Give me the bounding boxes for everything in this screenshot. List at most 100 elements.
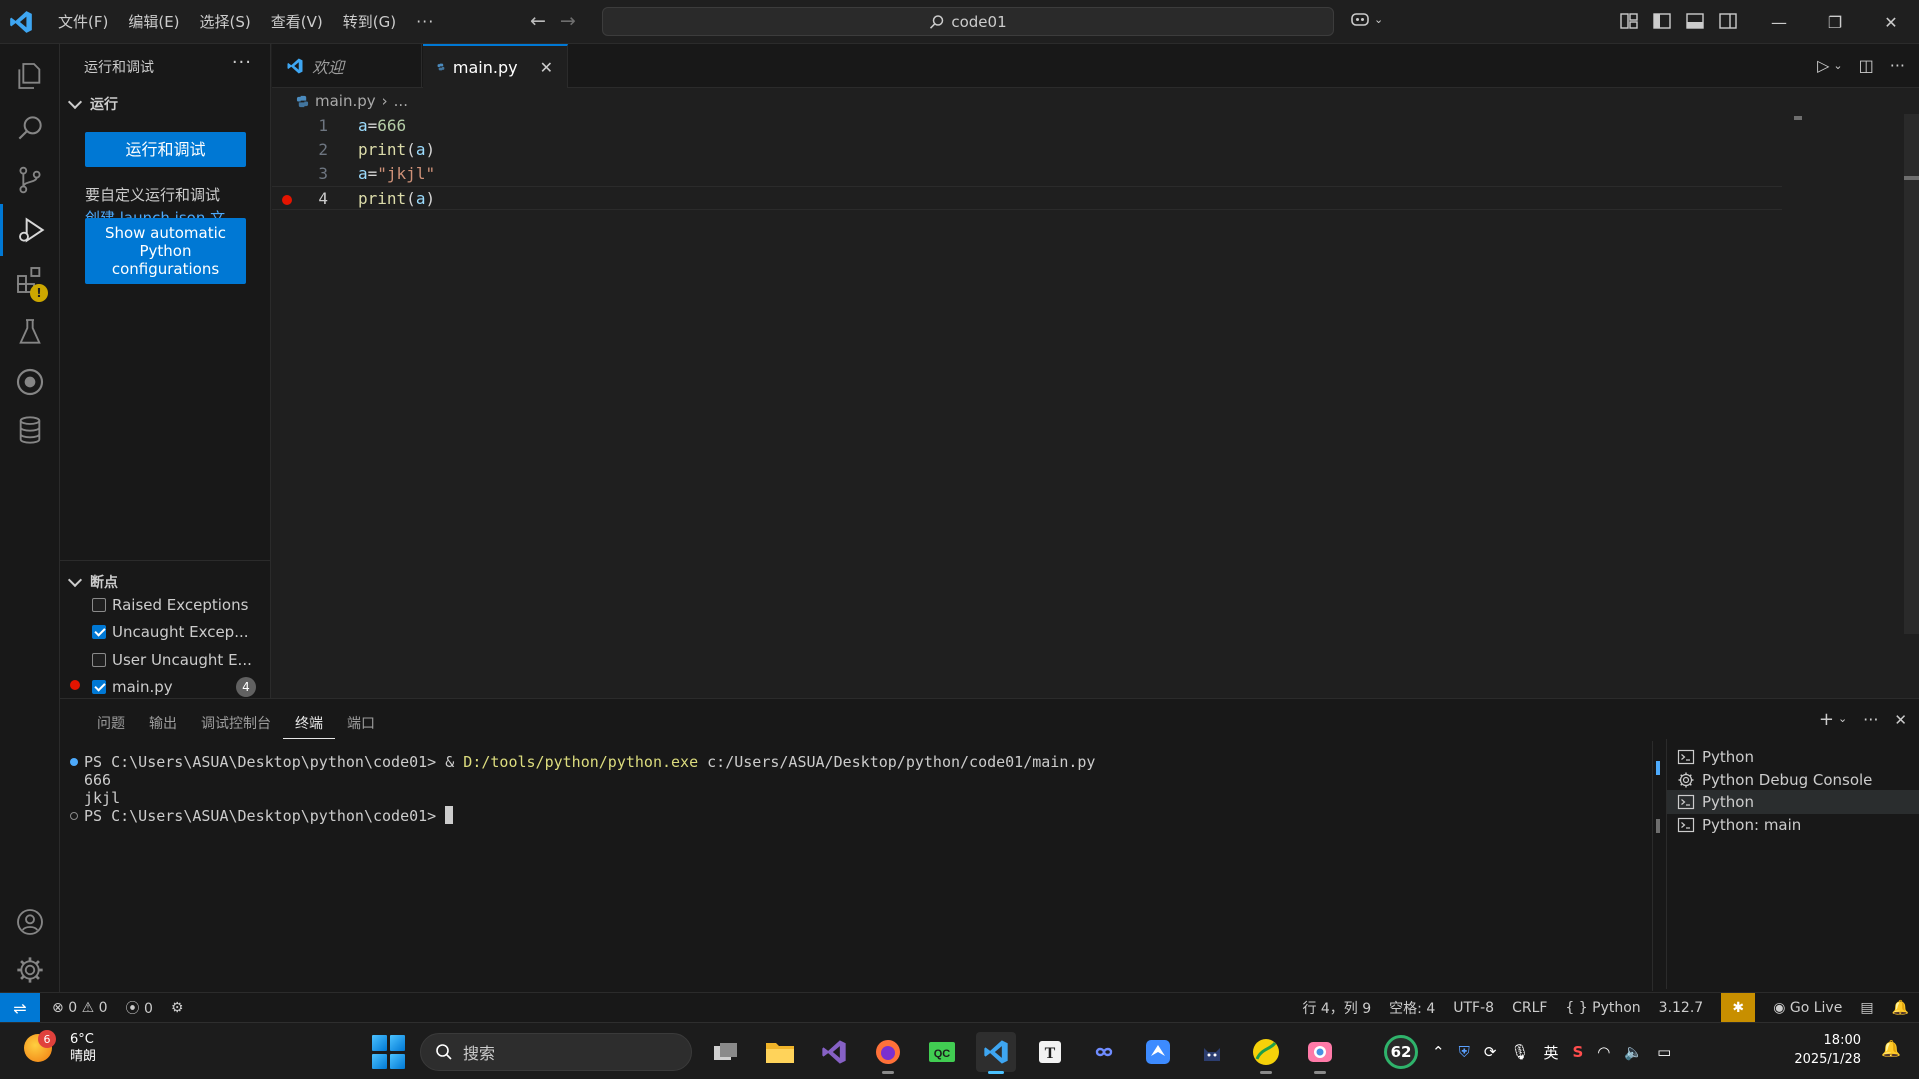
tab-ports[interactable]: 端口 [335,713,387,739]
breakpoint-raised-exceptions[interactable]: Raised Exceptions [92,592,267,618]
toggle-primary-sidebar-icon[interactable] [1652,11,1674,33]
language-mode[interactable]: { } Python [1565,1000,1640,1016]
menu-file[interactable]: 文件(F) [48,0,118,44]
close-panel-icon[interactable]: ✕ [1894,711,1907,729]
problems-status[interactable]: ⊗ 0 ⚠ 0 [52,1000,108,1016]
code-editor[interactable]: 1 a=666 2 print(a) 3 a="jkjl" 4 print(a) [272,114,1902,698]
extensions-icon[interactable]: ! [0,254,60,306]
microphone-icon[interactable]: 🎙 [1510,1043,1529,1061]
breakpoint-user-uncaught[interactable]: User Uncaught E... [92,647,267,673]
back-arrow-icon[interactable]: ← [530,10,546,32]
command-pending-dot-icon[interactable] [70,812,78,820]
customize-layout-icon[interactable] [1619,11,1641,33]
toggle-panel-icon[interactable] [1685,11,1707,33]
breakpoint-uncaught-exceptions[interactable]: Uncaught Excep... [92,619,267,645]
breakpoints-section-header[interactable]: 断点 [66,572,118,592]
checkbox-checked[interactable] [92,680,106,694]
security-shield-icon[interactable]: ⛨ [1459,1043,1470,1061]
breadcrumb-symbol[interactable]: ... [394,92,408,110]
python-env-warning-icon[interactable]: ✱ [1721,993,1756,1023]
search-view-icon[interactable] [0,102,60,154]
checkbox-checked[interactable] [92,625,106,639]
command-success-dot-icon[interactable] [70,758,78,766]
chevron-down-icon[interactable]: ⌄ [1833,59,1842,75]
checkbox[interactable] [92,653,106,667]
run-and-debug-button[interactable]: 运行和调试 [85,132,246,167]
debug-status-icon[interactable]: ⚙ [171,1000,184,1016]
terminal-item[interactable]: Python [1667,745,1919,769]
remote-indicator-icon[interactable]: ⇌ [0,993,40,1023]
infinity-app-icon[interactable] [1084,1032,1124,1072]
copilot-button[interactable]: ⌄ [1350,10,1383,28]
breadcrumb-file[interactable]: main.py [315,92,376,110]
end-of-line[interactable]: CRLF [1512,1000,1547,1016]
menu-more-icon[interactable]: ··· [406,0,444,44]
tab-main-py[interactable]: main.py ✕ [423,44,568,88]
github-icon[interactable] [0,356,60,408]
source-control-icon[interactable] [0,154,60,206]
testing-icon[interactable] [0,306,60,358]
notifications-bell-icon[interactable]: 🔔 [1892,1000,1909,1016]
task-view-icon[interactable] [706,1032,746,1072]
checkbox[interactable] [92,598,106,612]
terminal-item-selected[interactable]: Python [1667,790,1919,814]
weather-widget[interactable]: 6 6°C 晴朗 [24,1030,96,1065]
minimize-icon[interactable]: — [1751,0,1807,44]
typora-icon[interactable]: T [1030,1032,1070,1072]
editor-scrollbar[interactable] [1904,114,1919,634]
encoding[interactable]: UTF-8 [1453,1000,1494,1016]
sogou-icon[interactable]: S [1572,1043,1583,1061]
volume-icon[interactable]: 🔈 [1624,1043,1643,1061]
more-actions-icon[interactable]: ··· [1863,710,1878,729]
explorer-icon[interactable] [0,50,60,102]
database-icon[interactable] [0,404,60,456]
chevron-up-icon[interactable]: ⌃ [1432,1043,1445,1061]
command-center[interactable]: code01 [602,7,1334,36]
tab-terminal[interactable]: 终端 [283,713,335,739]
ball-app-icon[interactable] [1246,1032,1286,1074]
ports-status[interactable]: ⦿ 0 [126,998,153,1018]
terminal-scrollbar[interactable] [1652,741,1653,991]
split-editor-icon[interactable]: ◫ [1859,56,1874,75]
restore-icon[interactable]: ❐ [1807,0,1863,44]
taskbar-search[interactable]: 搜索 [420,1033,692,1071]
menu-edit[interactable]: 编辑(E) [118,0,189,44]
vscode-taskbar-icon[interactable] [976,1032,1016,1074]
menu-selection[interactable]: 选择(S) [190,0,261,44]
forward-arrow-icon[interactable]: → [560,10,576,32]
file-info-icon[interactable]: ▤ [1860,1000,1873,1016]
run-section-header[interactable]: 运行 [66,94,118,114]
terminal-item[interactable]: Python: main [1667,813,1919,837]
windows-start-icon[interactable] [372,1035,406,1069]
run-file-icon[interactable]: ▷ [1817,56,1829,75]
clock[interactable]: 18:00 2025/1/28 [1794,1031,1861,1069]
close-window-icon[interactable]: ✕ [1863,0,1919,44]
menu-go[interactable]: 转到(G) [333,0,406,44]
go-live-button[interactable]: ◉ Go Live [1773,1000,1842,1016]
toggle-secondary-sidebar-icon[interactable] [1718,11,1740,33]
more-actions-icon[interactable]: ··· [1890,56,1905,75]
feishu-icon[interactable] [1138,1032,1178,1072]
wifi-icon[interactable]: ◠ [1597,1043,1610,1061]
accounts-icon[interactable] [0,896,60,948]
visual-studio-icon[interactable] [814,1032,854,1072]
close-tab-icon[interactable]: ✕ [540,58,553,77]
indentation[interactable]: 空格: 4 [1389,998,1435,1018]
firefox-icon[interactable] [868,1032,908,1074]
tab-debug-console[interactable]: 调试控制台 [189,713,283,739]
terminal-item[interactable]: Python Debug Console [1667,768,1919,792]
new-terminal-icon[interactable]: + [1819,709,1834,730]
tab-welcome[interactable]: 欢迎 [272,44,422,88]
python-version[interactable]: 3.12.7 [1659,1000,1704,1016]
sync-icon[interactable]: ⟳ [1484,1043,1497,1061]
minimap[interactable] [1794,116,1802,120]
menu-view[interactable]: 查看(V) [261,0,333,44]
score-badge[interactable]: 62 [1384,1035,1418,1069]
notification-bell-icon[interactable]: 🔔 [1881,1039,1901,1058]
chevron-down-icon[interactable]: ⌄ [1838,712,1847,725]
sidebar-more-icon[interactable]: ··· [232,52,252,73]
show-python-configurations-button[interactable]: Show automatic Python configurations [85,218,246,284]
battery-icon[interactable]: ▭ [1657,1043,1671,1061]
run-debug-icon[interactable] [0,204,60,256]
tab-output[interactable]: 输出 [137,713,189,739]
